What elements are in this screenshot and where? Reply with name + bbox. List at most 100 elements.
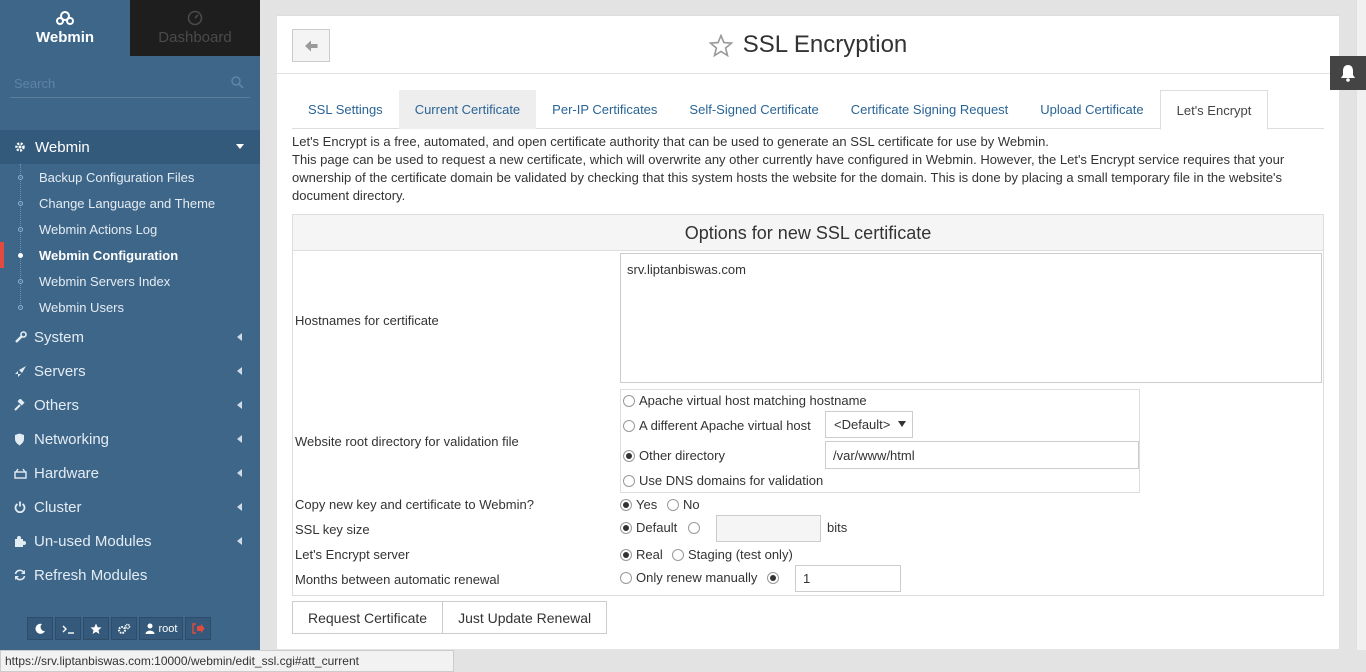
submenu-item-label: Change Language and Theme xyxy=(39,195,216,211)
caret-left-icon xyxy=(237,367,242,375)
category-servers[interactable]: Servers xyxy=(0,354,260,388)
category-label: Networking xyxy=(34,430,110,448)
search-input[interactable] xyxy=(10,70,250,96)
option-label: Yes xyxy=(636,497,658,512)
other-directory-input[interactable] xyxy=(825,441,1139,469)
tab-self-signed-certificate[interactable]: Self-Signed Certificate xyxy=(673,90,834,129)
option-label: Apache virtual host matching hostname xyxy=(639,393,867,408)
gear-icon xyxy=(15,142,25,152)
submenu-item-language[interactable]: Change Language and Theme xyxy=(0,190,260,216)
radio-button-selected[interactable] xyxy=(620,499,632,511)
keysize-default-option[interactable]: Default xyxy=(620,520,677,535)
radio-button[interactable] xyxy=(620,572,632,584)
request-certificate-button[interactable]: Request Certificate xyxy=(292,601,444,634)
theme-settings-button[interactable] xyxy=(111,617,137,640)
submenu-item-backup[interactable]: Backup Configuration Files xyxy=(0,164,260,190)
description-line-1: Let's Encrypt is a free, automated, and … xyxy=(292,134,1049,149)
notifications-button[interactable] xyxy=(1330,56,1366,90)
radio-button[interactable] xyxy=(688,522,700,534)
sidebar-search xyxy=(10,70,250,98)
category-cluster[interactable]: Cluster xyxy=(0,490,260,524)
renewal-months-input[interactable] xyxy=(795,565,901,592)
category-unused-modules[interactable]: Un-used Modules xyxy=(0,524,260,558)
radio-button[interactable] xyxy=(672,549,684,561)
radio-button-selected[interactable] xyxy=(767,572,779,584)
logout-button[interactable] xyxy=(185,617,211,640)
dashboard-gauge-icon xyxy=(187,10,203,26)
server-staging-option[interactable]: Staging (test only) xyxy=(672,547,793,562)
main-content: SSL Encryption SSL Settings Current Cert… xyxy=(277,15,1339,649)
renew-months-option[interactable] xyxy=(767,570,783,585)
webmin-brand-tab[interactable]: Webmin xyxy=(0,0,130,56)
radio-button[interactable] xyxy=(623,475,635,487)
tab-lets-encrypt[interactable]: Let's Encrypt xyxy=(1159,90,1269,130)
power-icon xyxy=(14,501,26,513)
category-system[interactable]: System xyxy=(0,320,260,354)
caret-down-icon xyxy=(236,144,244,149)
moon-icon xyxy=(35,623,45,634)
tab-current-certificate[interactable]: Current Certificate xyxy=(398,90,537,129)
key-size-input[interactable] xyxy=(716,515,821,542)
server-real-option[interactable]: Real xyxy=(620,547,663,562)
renew-manually-option[interactable]: Only renew manually xyxy=(620,570,757,585)
option-label: Staging (test only) xyxy=(688,547,793,562)
webroot-option-other-directory[interactable]: Other directory xyxy=(623,448,725,463)
hostnames-textarea[interactable] xyxy=(620,253,1322,383)
category-others[interactable]: Others xyxy=(0,388,260,422)
webroot-option-matching-vhost[interactable]: Apache virtual host matching hostname xyxy=(623,393,867,408)
radio-button[interactable] xyxy=(667,499,679,511)
user-name: root xyxy=(158,622,178,635)
copy-to-webmin-label: Copy new key and certificate to Webmin? xyxy=(295,497,534,512)
terminal-icon xyxy=(62,625,74,634)
webroot-label: Website root directory for validation fi… xyxy=(295,434,519,449)
page-scrollbar[interactable] xyxy=(1356,0,1366,650)
caret-left-icon xyxy=(237,435,242,443)
dashboard-label: Dashboard xyxy=(158,29,232,46)
keysize-custom-option[interactable] xyxy=(688,520,704,535)
category-label: Servers xyxy=(34,362,86,380)
menu-webmin-header[interactable]: Webmin xyxy=(0,130,260,164)
submenu-item-servers-index[interactable]: Webmin Servers Index xyxy=(0,268,260,294)
copy-yes-option[interactable]: Yes xyxy=(620,497,657,512)
vhost-select-value: <Default> xyxy=(834,417,891,432)
user-button[interactable]: root xyxy=(139,617,183,640)
puzzle-icon xyxy=(15,535,26,547)
star-outline-icon[interactable] xyxy=(708,33,733,57)
submenu-item-webmin-configuration[interactable]: Webmin Configuration xyxy=(0,242,260,268)
webroot-option-dns[interactable]: Use DNS domains for validation xyxy=(623,473,823,488)
copy-no-option[interactable]: No xyxy=(667,497,700,512)
radio-button[interactable] xyxy=(623,420,635,432)
night-mode-button[interactable] xyxy=(27,617,53,640)
caret-left-icon xyxy=(237,537,242,545)
submenu-item-webmin-users[interactable]: Webmin Users xyxy=(0,294,260,320)
refresh-icon xyxy=(14,569,26,581)
option-label: Other directory xyxy=(639,448,725,463)
category-hardware[interactable]: Hardware xyxy=(0,456,260,490)
shield-icon xyxy=(15,433,24,445)
browser-status-bar: https://srv.liptanbiswas.com:10000/webmi… xyxy=(0,650,454,672)
category-refresh-modules[interactable]: Refresh Modules xyxy=(0,558,260,592)
vhost-select[interactable]: <Default> xyxy=(825,411,913,438)
bullet-icon xyxy=(18,253,23,258)
tab-certificate-signing-request[interactable]: Certificate Signing Request xyxy=(835,90,1025,129)
dashboard-tab[interactable]: Dashboard xyxy=(130,0,260,56)
radio-button-selected[interactable] xyxy=(620,522,632,534)
webroot-option-different-vhost[interactable]: A different Apache virtual host xyxy=(623,418,811,433)
favorites-button[interactable] xyxy=(83,617,109,640)
submenu-item-label: Backup Configuration Files xyxy=(39,169,195,185)
category-label: Others xyxy=(34,396,80,414)
caret-left-icon xyxy=(237,469,242,477)
radio-button-selected[interactable] xyxy=(620,549,632,561)
tab-per-ip-certificates[interactable]: Per-IP Certificates xyxy=(536,90,673,129)
tab-upload-certificate[interactable]: Upload Certificate xyxy=(1024,90,1159,129)
option-label: No xyxy=(683,497,700,512)
terminal-button[interactable] xyxy=(55,617,81,640)
search-icon[interactable] xyxy=(231,76,244,89)
submenu-item-actions-log[interactable]: Webmin Actions Log xyxy=(0,216,260,242)
just-update-renewal-button[interactable]: Just Update Renewal xyxy=(442,601,608,634)
category-networking[interactable]: Networking xyxy=(0,422,260,456)
hdd-icon xyxy=(14,468,27,479)
radio-button[interactable] xyxy=(623,395,635,407)
radio-button-selected[interactable] xyxy=(623,450,635,462)
tab-ssl-settings[interactable]: SSL Settings xyxy=(292,90,399,129)
